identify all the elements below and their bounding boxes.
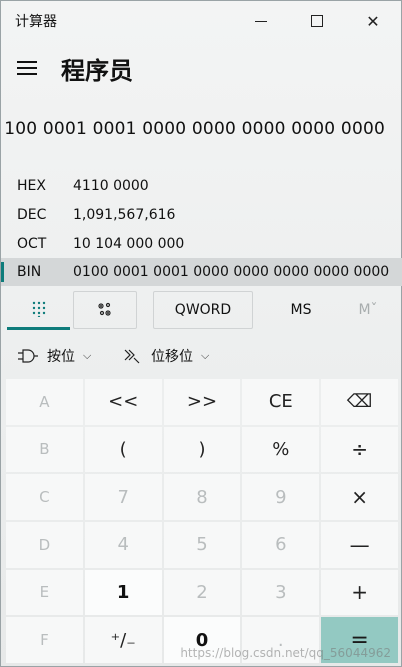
bit-toggle-icon [98,302,111,316]
memory-store-button[interactable]: MS [267,291,335,329]
bitwise-dropdown[interactable]: 按位 ⌵ [17,341,91,371]
key-add[interactable]: + [321,569,398,616]
radix-value: 10 104 000 000 [73,236,185,252]
maximize-button[interactable] [289,1,345,41]
title-bar: 计算器 ✕ [1,1,401,41]
key-subtract[interactable]: — [321,522,398,568]
bitshift-dropdown[interactable]: 位移位 ⌵ [123,341,209,371]
word-size-button[interactable]: QWORD [153,291,253,329]
key-hex-f[interactable]: F [6,617,83,663]
key-2[interactable]: 2 [163,569,241,616]
radix-row-hex[interactable]: HEX 4110 0000 [1,172,402,200]
page-title: 程序员 [61,57,133,85]
key-multiply[interactable]: × [321,474,398,520]
radix-row-bin[interactable]: BIN 0100 0001 0001 0000 0000 0000 0000 0… [1,258,402,286]
keypad: A << >> CE ⌫ B ( ) % ÷ C 7 8 9 × D 4 5 6… [6,379,398,663]
close-button[interactable]: ✕ [345,1,401,41]
maximize-icon [311,15,323,27]
key-8[interactable]: 8 [163,474,241,520]
logic-gate-icon [18,349,38,363]
minimize-icon [255,20,267,22]
key-7[interactable]: 7 [84,474,162,520]
key-negate[interactable]: ⁺/₋ [84,617,162,663]
close-icon: ✕ [366,11,380,31]
key-hex-a[interactable]: A [6,379,83,425]
radix-label: BIN [17,264,42,280]
key-5[interactable]: 5 [163,522,241,568]
calculator-window: 计算器 ✕ 程序员 100 0001 0001 0000 0000 0000 0… [0,0,402,667]
watermark-text: https://blog.csdn.net/qq_56044962 [180,646,391,660]
key-1[interactable]: 1 [84,569,162,616]
radix-row-dec[interactable]: DEC 1,091,567,616 [1,201,402,229]
options-bar: 按位 ⌵ 位移位 ⌵ [1,341,402,371]
chevron-down-icon: ⌵ [201,349,210,362]
key-9[interactable]: 9 [242,474,320,520]
key-modulo[interactable]: % [242,426,320,473]
key-shift-right[interactable]: >> [163,379,241,425]
key-shift-left[interactable]: << [84,379,162,425]
tab-bit-toggle[interactable] [73,291,137,329]
key-open-paren[interactable]: ( [84,426,162,473]
key-backspace[interactable]: ⌫ [321,379,398,425]
minimize-button[interactable] [233,1,289,41]
key-hex-c[interactable]: C [6,474,83,520]
memory-list-button[interactable]: Mˇ [343,291,393,329]
active-tab-indicator [7,327,70,330]
bit-shift-icon [124,349,140,364]
keypad-grid-icon [32,301,46,317]
key-divide[interactable]: ÷ [321,426,398,473]
key-6[interactable]: 6 [242,522,320,568]
key-3[interactable]: 3 [242,569,320,616]
app-title: 计算器 [15,14,57,30]
menu-button[interactable] [11,53,43,85]
radix-label: HEX [17,178,46,194]
key-close-paren[interactable]: ) [163,426,241,473]
radix-label: OCT [17,236,47,252]
tab-full-keypad[interactable] [7,289,71,329]
radix-value: 4110 0000 [73,178,149,194]
radix-value: 0100 0001 0001 0000 0000 0000 0000 0000 [73,264,390,280]
key-hex-d[interactable]: D [6,522,83,568]
key-hex-e[interactable]: E [6,569,83,616]
key-4[interactable]: 4 [84,522,162,568]
key-clear-entry[interactable]: CE [242,379,320,425]
chevron-down-icon: ⌵ [83,349,92,362]
radix-row-oct[interactable]: OCT 10 104 000 000 [1,230,402,258]
hamburger-icon [17,61,37,63]
bitwise-label: 按位 [47,349,75,365]
radix-value: 1,091,567,616 [73,207,176,223]
keypad-mode-bar: QWORD MS Mˇ [1,289,402,333]
bitshift-label: 位移位 [151,349,193,365]
radix-label: DEC [17,207,47,223]
key-hex-b[interactable]: B [6,426,83,473]
result-display: 100 0001 0001 0000 0000 0000 0000 0000 [4,119,385,139]
